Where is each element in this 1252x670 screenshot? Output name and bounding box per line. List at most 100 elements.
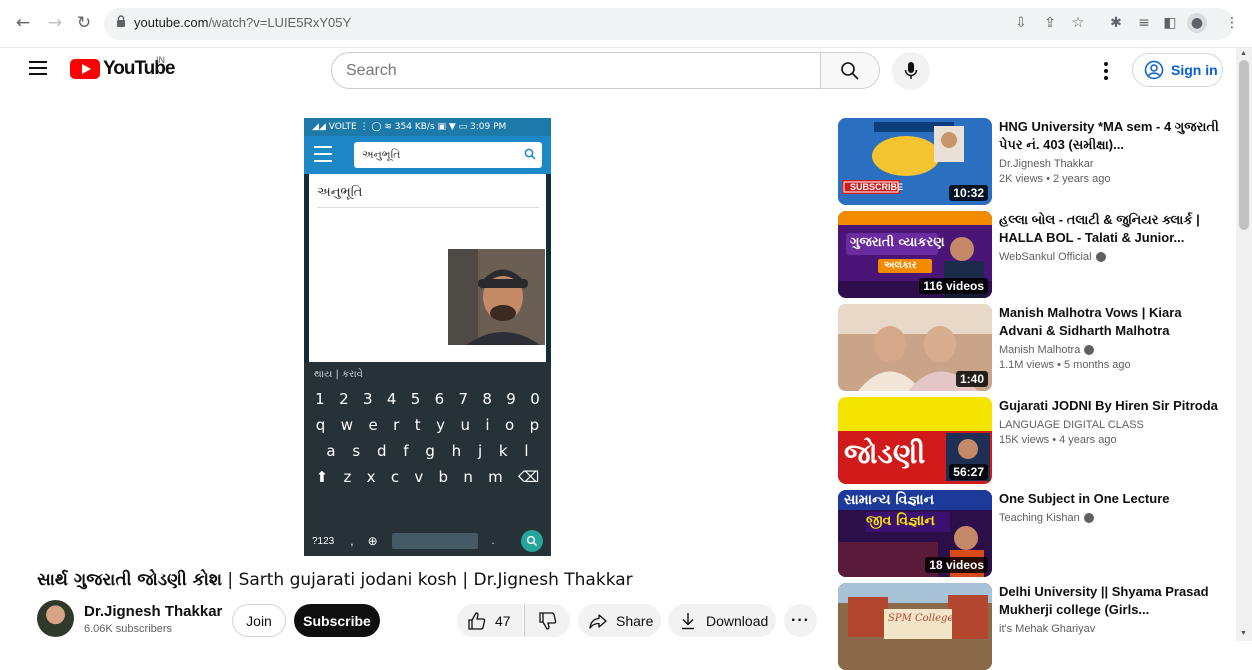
- related-channel: Dr.Jignesh Thakkar: [999, 158, 1225, 170]
- app-search-icon: [524, 148, 536, 160]
- related-thumbnail-6[interactable]: SPM College: [838, 583, 992, 670]
- keyboard-key: p: [529, 416, 540, 434]
- settings-menu-icon[interactable]: [1096, 60, 1116, 82]
- reading-list-icon[interactable]: ≡: [1134, 13, 1154, 33]
- keyboard-search-key-icon: [521, 530, 543, 552]
- related-channel-name[interactable]: WebSankul Official: [999, 251, 1092, 263]
- related-video-5[interactable]: સામાન્ય વિજ્ઞાન જીવ વિજ્ઞાન 18 videos On…: [838, 490, 1228, 577]
- related-thumbnail-4[interactable]: જોડણી 56:27: [838, 397, 992, 484]
- related-info-2: હલ્લા બોલ - તલાટી & જુનિયર ક્લાર્ક | HAL…: [999, 211, 1225, 266]
- related-video-1[interactable]: SUBSCRIBE 10:32 HNG University *MA sem -…: [838, 118, 1228, 205]
- related-title[interactable]: Gujarati JODNI By Hiren Sir Pitroda: [999, 397, 1225, 415]
- related-info-1: HNG University *MA sem - 4 ગુજરાતી પેપર …: [999, 118, 1225, 185]
- thumbnail-word: જોડણી: [844, 437, 926, 470]
- back-arrow-icon[interactable]: ←: [12, 12, 34, 34]
- keyboard-symbols-key: ?123: [312, 535, 335, 547]
- url-text[interactable]: youtube.com/watch?v=LUIE5RxY05Y: [134, 15, 351, 30]
- keyboard-key: w: [340, 416, 353, 434]
- thumbnail-sub-title: જીવ વિજ્ઞાન: [866, 513, 935, 529]
- presenter-face-image: [448, 249, 545, 345]
- keyboard-key: 6: [434, 390, 445, 408]
- app-menu-icon: [314, 146, 332, 162]
- extensions-icon[interactable]: ✱: [1106, 13, 1126, 33]
- account-icon: [1144, 60, 1164, 80]
- presenter-webcam: [448, 249, 545, 345]
- related-thumbnail-2[interactable]: ગુજરાતી વ્યાકરણ અલંકાર 116 videos: [838, 211, 992, 298]
- related-title[interactable]: Manish Malhotra Vows | Kiara Advani & Si…: [999, 304, 1225, 340]
- profile-icon[interactable]: ●: [1187, 13, 1207, 33]
- thumbs-down-icon: [538, 611, 556, 630]
- hamburger-menu-icon[interactable]: [29, 61, 47, 75]
- share-page-icon[interactable]: ⇪: [1040, 13, 1060, 33]
- keyboard-spacebar: [391, 533, 478, 549]
- related-info-4: Gujarati JODNI By Hiren Sir Pitroda LANG…: [999, 397, 1225, 446]
- related-video-3[interactable]: 1:40 Manish Malhotra Vows | Kiara Advani…: [838, 304, 1228, 391]
- related-info-5: One Subject in One Lecture Teaching Kish…: [999, 490, 1225, 527]
- download-button[interactable]: Download: [668, 604, 776, 637]
- keyboard-key: s: [352, 442, 361, 460]
- join-button[interactable]: Join: [232, 604, 286, 637]
- related-title[interactable]: One Subject in One Lecture: [999, 490, 1225, 508]
- keyboard-key: 8: [482, 390, 492, 408]
- related-title[interactable]: હલ્લા બોલ - તલાટી & જુનિયર ક્લાર્ક | HAL…: [999, 211, 1225, 247]
- related-video-2[interactable]: ગુજરાતી વ્યાકરણ અલંકાર 116 videos હલ્લા …: [838, 211, 1228, 298]
- dislike-button[interactable]: [524, 604, 570, 637]
- keyboard-row-qwerty: qwertyuiop: [304, 412, 551, 438]
- keyboard-key: i: [485, 416, 490, 434]
- search-button[interactable]: [820, 52, 880, 89]
- related-channel-name[interactable]: LANGUAGE DIGITAL CLASS: [999, 419, 1144, 431]
- like-count: 47: [495, 612, 511, 629]
- thumbs-up-icon: [468, 611, 486, 630]
- lock-icon: [117, 15, 125, 27]
- related-title[interactable]: HNG University *MA sem - 4 ગુજરાતી પેપર …: [999, 118, 1225, 154]
- related-thumbnail-1[interactable]: SUBSCRIBE 10:32: [838, 118, 992, 205]
- related-channel-name[interactable]: Teaching Kishan: [999, 512, 1080, 524]
- duration-badge: 10:32: [949, 185, 988, 201]
- youtube-logo-icon[interactable]: [70, 59, 100, 79]
- thumbnail-banner-text: ગુજરાતી વ્યાકરણ: [850, 235, 945, 250]
- sign-in-button[interactable]: Sign in: [1132, 53, 1223, 87]
- scrollbar-thumb[interactable]: [1239, 60, 1249, 230]
- bookmark-star-icon[interactable]: ☆: [1068, 13, 1088, 33]
- related-channel-name[interactable]: Manish Malhotra: [999, 344, 1080, 356]
- keyboard-key: u: [460, 416, 470, 434]
- related-thumbnail-3[interactable]: 1:40: [838, 304, 992, 391]
- keyboard-key: 9: [506, 390, 516, 408]
- video-player[interactable]: ◢◢ VOLTE ⋮ ◯ ≋ 354 KB/s ▣ ▼ ▭ 3:09 PM અન…: [304, 118, 551, 556]
- related-channel-name[interactable]: it's Mehak Ghariyav: [999, 623, 1095, 635]
- related-title[interactable]: Delhi University || Shyama Prasad Mukher…: [999, 583, 1225, 619]
- keyboard-key: 7: [458, 390, 469, 408]
- related-video-6[interactable]: SPM College Delhi University || Shyama P…: [838, 583, 1228, 670]
- keyboard-key: 2: [339, 390, 349, 408]
- sign-in-label: Sign in: [1171, 62, 1218, 78]
- scroll-up-icon[interactable]: ▲: [1240, 50, 1248, 58]
- video-title: સાર્થ ગુજરાતી જોડણી કોશ | Sarth gujarati…: [37, 570, 633, 590]
- reload-icon[interactable]: ↻: [73, 12, 95, 34]
- scroll-down-icon[interactable]: ▼: [1240, 630, 1248, 638]
- share-button[interactable]: Share: [578, 604, 661, 637]
- like-button[interactable]: 47: [457, 604, 523, 637]
- search-icon: [841, 61, 859, 80]
- related-channel: Teaching Kishan: [999, 512, 1225, 524]
- related-video-4[interactable]: જોડણી 56:27 Gujarati JODNI By Hiren Sir …: [838, 397, 1228, 484]
- channel-name[interactable]: Dr.Jignesh Thakkar: [84, 603, 222, 620]
- channel-avatar[interactable]: [37, 600, 74, 637]
- related-info-6: Delhi University || Shyama Prasad Mukher…: [999, 583, 1225, 635]
- related-thumbnail-5[interactable]: સામાન્ય વિજ્ઞાન જીવ વિજ્ઞાન 18 videos: [838, 490, 992, 577]
- search-input[interactable]: Search: [331, 52, 821, 89]
- voice-search-button[interactable]: [892, 52, 930, 90]
- more-actions-button[interactable]: ···: [784, 604, 817, 637]
- forward-arrow-icon[interactable]: →: [44, 12, 66, 34]
- related-channel-name[interactable]: Dr.Jignesh Thakkar: [999, 158, 1094, 170]
- playlist-count-badge: 116 videos: [919, 278, 988, 294]
- keyboard-number-row: 1234567890: [304, 386, 551, 412]
- side-panel-icon[interactable]: ◧: [1160, 13, 1180, 33]
- browser-menu-icon[interactable]: ⋮: [1222, 13, 1242, 33]
- subscribe-button[interactable]: Subscribe: [294, 604, 380, 637]
- install-app-icon[interactable]: ⇩: [1011, 13, 1031, 33]
- keyboard-key: 1: [315, 390, 325, 408]
- keyboard-suggestions: થાય | કરાવે: [314, 369, 363, 380]
- keyboard-key: z: [343, 468, 352, 486]
- subscriber-count: 6.06K subscribers: [84, 623, 173, 635]
- youtube-header: YouTube IN Search Sign in: [0, 48, 1252, 94]
